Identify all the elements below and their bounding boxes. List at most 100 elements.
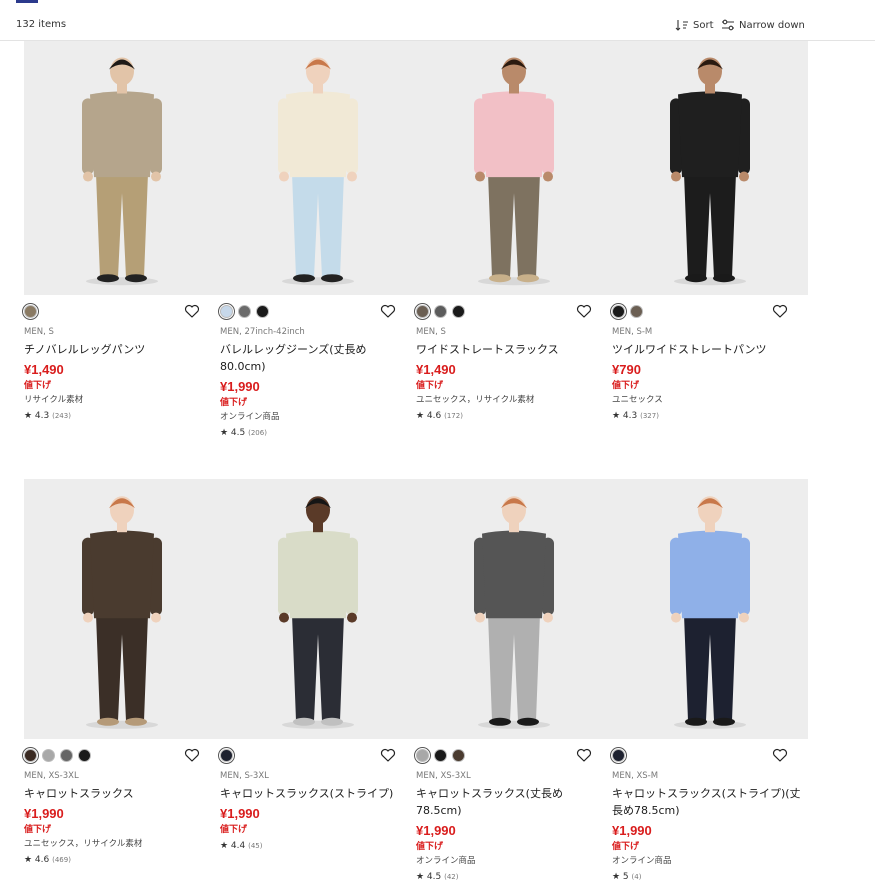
color-swatches xyxy=(416,749,465,762)
product-rating: ★ 4.5 (42) xyxy=(416,870,606,884)
product-name[interactable]: キャロットスラックス(ストライプ)(丈長め78.5cm) xyxy=(612,785,802,819)
price-reduced-tag: 値下げ xyxy=(612,381,640,391)
color-swatches xyxy=(24,305,37,318)
product-size-range: MEN, XS-3XL xyxy=(416,771,471,781)
product-price: ¥1,490 xyxy=(24,362,64,377)
product-info: MEN, 27inch-42inch バレルレッグジーンズ(丈長め80.0cm) ¥… xyxy=(220,326,410,440)
product-note: ユニセックス，リサイクル素材 xyxy=(416,395,535,405)
product-size-range: MEN, XS-3XL xyxy=(24,771,79,781)
product-rating: ★ 4.3 (243) xyxy=(24,409,214,423)
color-swatches xyxy=(416,305,465,318)
color-swatch[interactable] xyxy=(452,305,465,318)
price-reduced-tag: 値下げ xyxy=(612,842,640,852)
product-image[interactable] xyxy=(220,479,416,739)
color-swatches xyxy=(612,749,625,762)
color-swatch[interactable] xyxy=(416,305,429,318)
color-swatch[interactable] xyxy=(612,305,625,318)
results-toolbar: 132 items Sort Narrow down xyxy=(0,0,875,41)
color-swatch[interactable] xyxy=(434,749,447,762)
color-swatch[interactable] xyxy=(256,305,269,318)
product-name[interactable]: バレルレッグジーンズ(丈長め80.0cm) xyxy=(220,341,410,375)
narrow-down-button[interactable]: Narrow down xyxy=(721,19,805,31)
review-count: (206) xyxy=(248,429,267,437)
product-size-range: MEN, S xyxy=(24,327,54,337)
product-name[interactable]: キャロットスラックス(丈長め78.5cm) xyxy=(416,785,606,819)
product-note: ユニセックス，リサイクル素材 xyxy=(24,839,143,849)
product-size-range: MEN, 27inch-42inch xyxy=(220,327,305,337)
color-swatch[interactable] xyxy=(24,305,37,318)
product-name[interactable]: キャロットスラックス(ストライプ) xyxy=(220,785,410,802)
product-name[interactable]: ワイドストレートスラックス xyxy=(416,341,606,358)
product-info: MEN, S チノバレルレッグパンツ ¥1,490 値下げ リサイクル素材 ★ 4.3 (… xyxy=(24,326,214,423)
product-image[interactable] xyxy=(24,479,220,739)
color-swatches xyxy=(612,305,643,318)
favorite-heart-icon[interactable] xyxy=(184,748,200,762)
color-swatch[interactable] xyxy=(434,305,447,318)
favorite-heart-icon[interactable] xyxy=(772,304,788,318)
favorite-heart-icon[interactable] xyxy=(380,304,396,318)
product-size-range: MEN, S-3XL xyxy=(220,771,269,781)
filter-sliders-icon xyxy=(722,19,734,31)
color-swatches xyxy=(220,749,233,762)
color-swatch[interactable] xyxy=(42,749,55,762)
product-image[interactable] xyxy=(220,41,416,295)
sort-button[interactable]: Sort xyxy=(675,19,714,31)
product-note: オンライン商品 xyxy=(220,412,280,422)
color-swatch[interactable] xyxy=(452,749,465,762)
product-name[interactable]: チノバレルレッグパンツ xyxy=(24,341,214,358)
product-note: ユニセックス xyxy=(612,395,663,405)
review-count: (4) xyxy=(631,873,642,881)
review-count: (172) xyxy=(444,412,463,420)
review-count: (45) xyxy=(248,842,263,850)
product-name[interactable]: ツイルワイドストレートパンツ xyxy=(612,341,802,358)
price-reduced-tag: 値下げ xyxy=(416,381,444,391)
color-swatch[interactable] xyxy=(78,749,91,762)
product-rating: ★ 4.5 (206) xyxy=(220,426,410,440)
product-name[interactable]: キャロットスラックス xyxy=(24,785,214,802)
color-swatch[interactable] xyxy=(220,305,233,318)
favorite-heart-icon[interactable] xyxy=(576,748,592,762)
product-price: ¥1,990 xyxy=(24,806,64,821)
color-swatch[interactable] xyxy=(220,749,233,762)
product-size-range: MEN, S xyxy=(416,327,446,337)
color-swatch[interactable] xyxy=(60,749,73,762)
rating-value: ★ 5 xyxy=(612,872,629,882)
color-swatches xyxy=(24,749,91,762)
product-info: MEN, S ワイドストレートスラックス ¥1,490 値下げユニセックス，リサイクル… xyxy=(416,326,606,423)
color-swatch[interactable] xyxy=(24,749,37,762)
favorite-heart-icon[interactable] xyxy=(184,304,200,318)
price-reduced-tag: 値下げ xyxy=(416,842,444,852)
product-price: ¥1,990 xyxy=(220,806,260,821)
product-rating: ★ 4.3 (327) xyxy=(612,409,802,423)
price-reduced-tag: 値下げ xyxy=(220,825,248,835)
product-note: リサイクル素材 xyxy=(24,395,84,405)
product-image[interactable] xyxy=(24,41,220,295)
product-rating: ★ 4.6 (172) xyxy=(416,409,606,423)
narrow-down-label: Narrow down xyxy=(739,19,805,31)
favorite-heart-icon[interactable] xyxy=(772,748,788,762)
product-rating: ★ 4.6 (469) xyxy=(24,853,214,867)
product-info: MEN, XS-3XL キャロットスラックス(丈長め78.5cm) ¥1,990 値下… xyxy=(416,770,606,884)
color-swatch[interactable] xyxy=(612,749,625,762)
product-price: ¥1,490 xyxy=(416,362,456,377)
product-image[interactable] xyxy=(416,479,612,739)
favorite-heart-icon[interactable] xyxy=(576,304,592,318)
product-price: ¥1,990 xyxy=(416,823,456,838)
review-count: (243) xyxy=(52,412,71,420)
product-size-range: MEN, XS-M xyxy=(612,771,659,781)
color-swatch[interactable] xyxy=(416,749,429,762)
review-count: (469) xyxy=(52,856,71,864)
product-info: MEN, XS-M キャロットスラックス(ストライプ)(丈長め78.5cm) ¥1,… xyxy=(612,770,802,884)
rating-value: ★ 4.3 xyxy=(612,411,638,421)
sort-label: Sort xyxy=(693,19,714,31)
color-swatches xyxy=(220,305,269,318)
favorite-heart-icon[interactable] xyxy=(380,748,396,762)
product-image[interactable] xyxy=(612,479,808,739)
product-price: ¥1,990 xyxy=(220,379,260,394)
product-image[interactable] xyxy=(416,41,612,295)
product-info: MEN, S-3XL キャロットスラックス(ストライプ) ¥1,990 値下げ ★ 4.… xyxy=(220,770,410,853)
color-swatch[interactable] xyxy=(238,305,251,318)
product-image[interactable] xyxy=(612,41,808,295)
color-swatch[interactable] xyxy=(630,305,643,318)
rating-value: ★ 4.5 xyxy=(220,428,246,438)
